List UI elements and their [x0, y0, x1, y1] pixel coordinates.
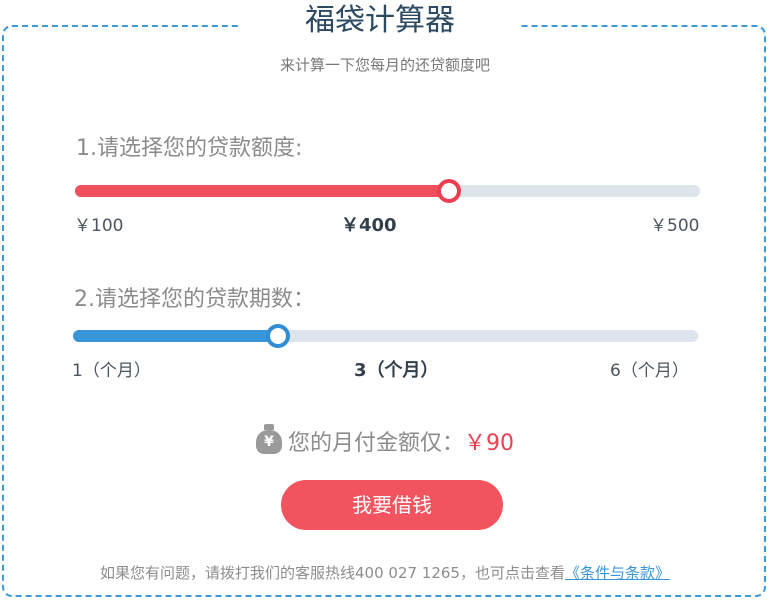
- page-title: 福袋计算器: [240, 0, 520, 42]
- term-slider[interactable]: [73, 324, 698, 348]
- term-slider-fill: [73, 330, 278, 342]
- monthly-payment-result: ¥ 您的月付金额仅：￥90: [0, 424, 770, 457]
- term-slider-handle[interactable]: [266, 324, 290, 348]
- term-current-label: 3（个月）: [354, 360, 439, 381]
- amount-slider-handle[interactable]: [437, 179, 462, 203]
- term-max-label: 6（个月）: [610, 361, 689, 381]
- monthly-payment-label: 您的月付金额仅：: [287, 431, 464, 456]
- amount-max-label: ￥500: [650, 216, 700, 236]
- borrow-button[interactable]: 我要借钱: [281, 480, 503, 530]
- footer-help-text: 如果您有问题，请拨打我们的客服热线400 027 1265，也可点击查看《条件与…: [0, 562, 770, 583]
- footer-hotline-text: 如果您有问题，请拨打我们的客服热线400 027 1265，也可点击查看: [100, 564, 565, 582]
- monthly-payment-amount: ￥90: [464, 431, 514, 456]
- term-question-label: 2.请选择您的贷款期数：: [74, 287, 315, 312]
- page-subtitle: 来计算一下您每月的还贷额度吧: [279, 56, 490, 74]
- amount-current-label: ￥400: [341, 215, 397, 236]
- term-min-label: 1（个月）: [72, 361, 151, 381]
- money-bag-icon: ¥: [255, 424, 282, 454]
- amount-slider[interactable]: [75, 179, 700, 203]
- terms-link[interactable]: 《条件与条款》: [565, 564, 670, 582]
- amount-min-label: ￥100: [74, 216, 124, 236]
- amount-slider-fill: [75, 185, 450, 197]
- amount-question-label: 1.请选择您的贷款额度:: [76, 136, 303, 161]
